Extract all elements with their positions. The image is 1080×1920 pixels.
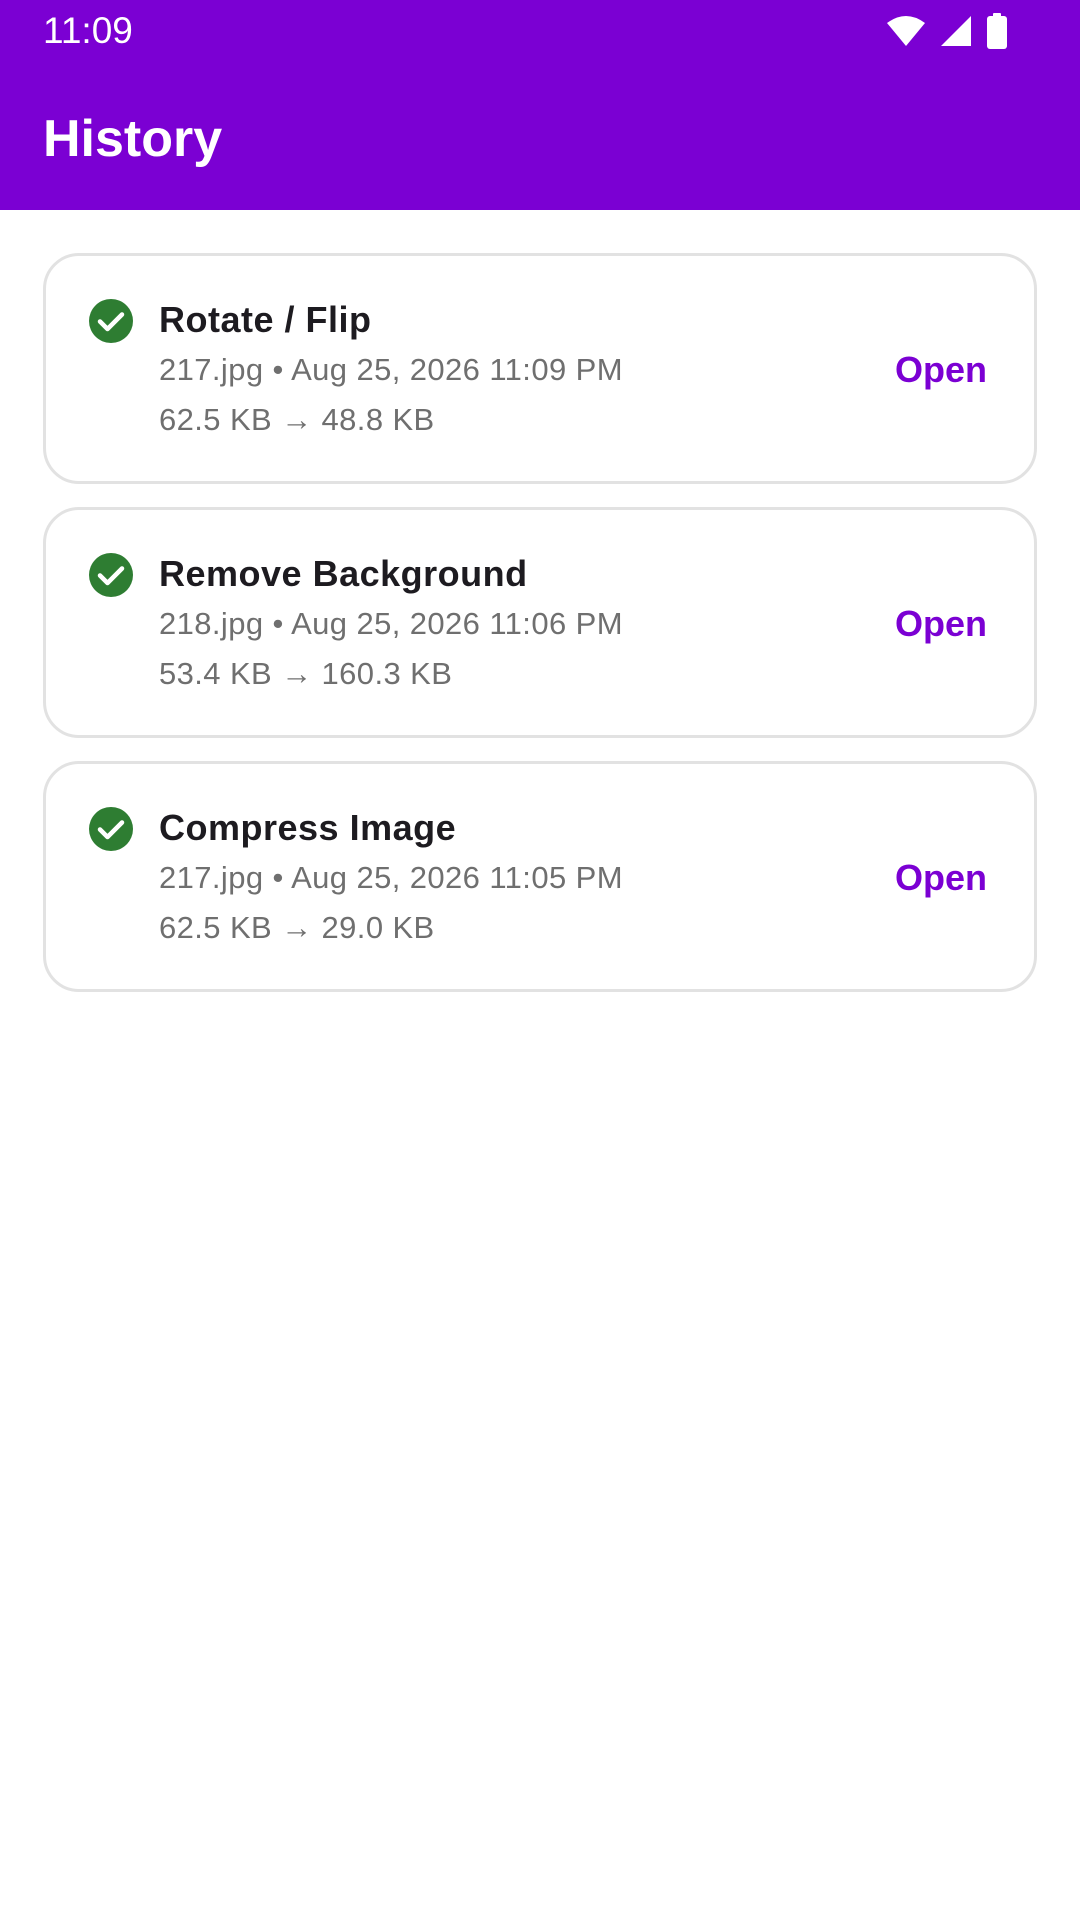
check-circle-icon (89, 299, 133, 343)
history-item-title: Rotate / Flip (159, 299, 372, 340)
check-circle-icon (89, 553, 133, 597)
history-card: Rotate / Flip 217.jpg • Aug 25, 2026 11:… (43, 253, 1037, 484)
history-card: Remove Background 218.jpg • Aug 25, 2026… (43, 507, 1037, 738)
signal-icon (940, 15, 972, 47)
page-title: History (43, 110, 223, 168)
history-card: Compress Image 217.jpg • Aug 25, 2026 11… (43, 761, 1037, 992)
open-button[interactable]: Open (895, 856, 987, 900)
open-button[interactable]: Open (895, 348, 987, 392)
status-bar-icons (886, 13, 1008, 49)
wifi-icon (886, 15, 926, 47)
status-bar-time: 11:09 (43, 10, 133, 51)
battery-icon (986, 13, 1008, 49)
history-item-size: 62.5 KB → 29.0 KB (159, 910, 435, 945)
history-item-meta: 217.jpg • Aug 25, 2026 11:05 PM (159, 860, 623, 895)
app-bar: 11:09 History (0, 0, 1080, 210)
check-circle-icon (89, 807, 133, 851)
history-item-meta: 218.jpg • Aug 25, 2026 11:06 PM (159, 606, 623, 641)
open-button[interactable]: Open (895, 602, 987, 646)
history-item-title: Compress Image (159, 807, 457, 848)
history-item-size: 62.5 KB → 48.8 KB (159, 402, 435, 437)
history-item-title: Remove Background (159, 553, 528, 594)
history-list: Rotate / Flip 217.jpg • Aug 25, 2026 11:… (43, 253, 1037, 1015)
history-item-meta: 217.jpg • Aug 25, 2026 11:09 PM (159, 352, 623, 387)
history-item-size: 53.4 KB → 160.3 KB (159, 656, 453, 691)
